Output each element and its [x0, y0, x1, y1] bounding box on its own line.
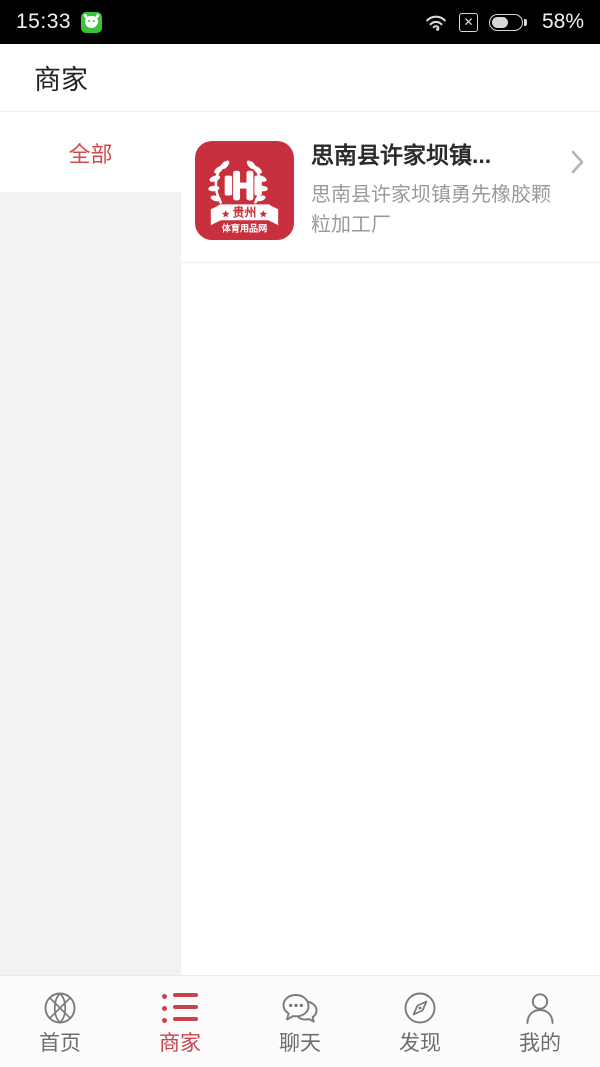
status-bar-right: ✕ 58% [424, 10, 584, 34]
ribbon-banner: 贵州 [210, 204, 279, 226]
app-root: 15:33 ✕ 58% 商家 全部 贵州 体育用品网 思南县许家坝镇... 思南… [0, 0, 600, 1067]
tab-home[interactable]: 首页 [0, 976, 120, 1067]
category-sidebar: 全部 [0, 113, 181, 975]
list-icon [162, 990, 198, 1026]
basketball-icon [42, 990, 78, 1026]
tab-discover[interactable]: 发现 [360, 976, 480, 1067]
page-title: 商家 [34, 65, 88, 95]
svg-text:体育用品网: 体育用品网 [222, 223, 267, 234]
guizhou-sports-goods-logo: 贵州 体育用品网 [195, 141, 294, 240]
page-header: 商家 [0, 44, 600, 112]
tab-merchant[interactable]: 商家 [120, 976, 240, 1067]
wifi-icon [424, 13, 448, 31]
status-bar-left: 15:33 [16, 10, 103, 34]
tab-label-home: 首页 [39, 1031, 81, 1055]
merchant-list: 贵州 体育用品网 思南县许家坝镇... 思南县许家坝镇勇先橡胶颗粒加工厂 [181, 113, 600, 975]
bottom-tab-bar: 首页 商家 聊天 发现 我的 [0, 975, 600, 1067]
tab-label-discover: 发现 [399, 1031, 441, 1055]
android-robot-icon [81, 11, 103, 33]
merchant-text-block: 思南县许家坝镇... 思南县许家坝镇勇先橡胶颗粒加工厂 [294, 141, 586, 240]
tab-label-merchant: 商家 [159, 1031, 201, 1055]
dumbbell-icon [224, 170, 262, 201]
person-icon [522, 990, 558, 1026]
tab-chat[interactable]: 聊天 [240, 976, 360, 1067]
tab-profile[interactable]: 我的 [480, 976, 600, 1067]
status-bar-clock: 15:33 [16, 10, 72, 33]
tab-label-profile: 我的 [519, 1031, 561, 1055]
merchant-description: 思南县许家坝镇勇先橡胶颗粒加工厂 [311, 183, 551, 236]
chevron-right-icon[interactable] [570, 149, 586, 180]
merchant-title: 思南县许家坝镇... [311, 142, 492, 168]
compass-icon [402, 990, 438, 1026]
chat-bubbles-icon [281, 990, 319, 1026]
status-bar: 15:33 ✕ 58% [0, 0, 600, 44]
no-sim-icon: ✕ [458, 12, 478, 32]
tab-label-chat: 聊天 [279, 1031, 321, 1055]
sidebar-item-all[interactable]: 全部 [0, 113, 181, 192]
sidebar-item-label: 全部 [68, 141, 113, 167]
main-body: 全部 贵州 体育用品网 思南县许家坝镇... 思南县许家坝镇勇先橡胶颗粒加工厂 [0, 113, 600, 975]
battery-percent-label: 58% [541, 10, 584, 33]
merchant-list-item[interactable]: 贵州 体育用品网 思南县许家坝镇... 思南县许家坝镇勇先橡胶颗粒加工厂 [181, 113, 600, 263]
battery-icon [488, 13, 527, 31]
svg-text:贵州: 贵州 [233, 206, 257, 220]
